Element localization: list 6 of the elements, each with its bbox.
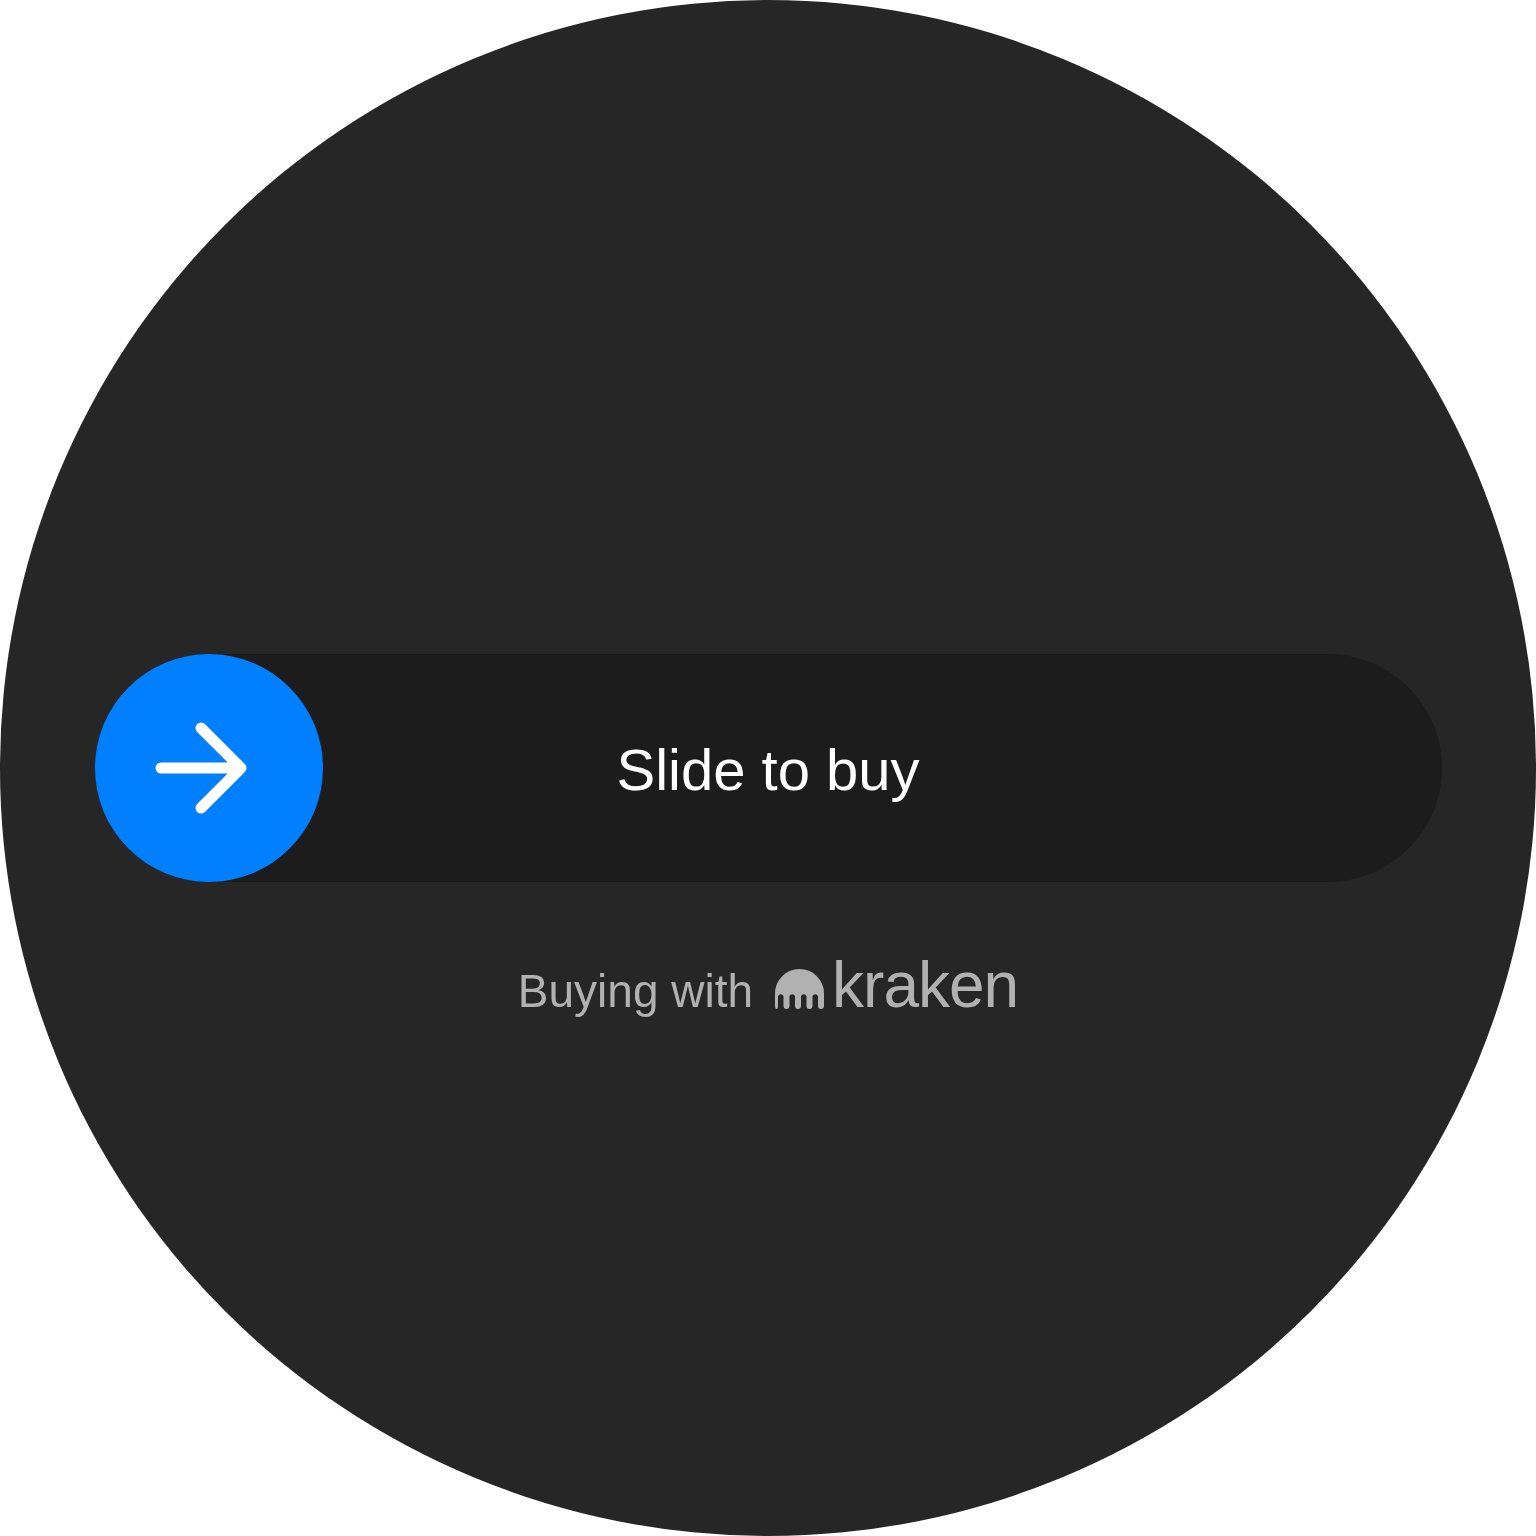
arrow-right-icon xyxy=(154,720,247,816)
jellyfish-logo-icon xyxy=(775,969,825,1009)
slider-label: Slide to buy xyxy=(616,735,920,804)
brand-wordmark: kraken xyxy=(832,952,1019,1020)
slider-track[interactable]: Slide to buy xyxy=(94,654,1442,882)
buying-with-text: Buying with xyxy=(517,966,754,1017)
